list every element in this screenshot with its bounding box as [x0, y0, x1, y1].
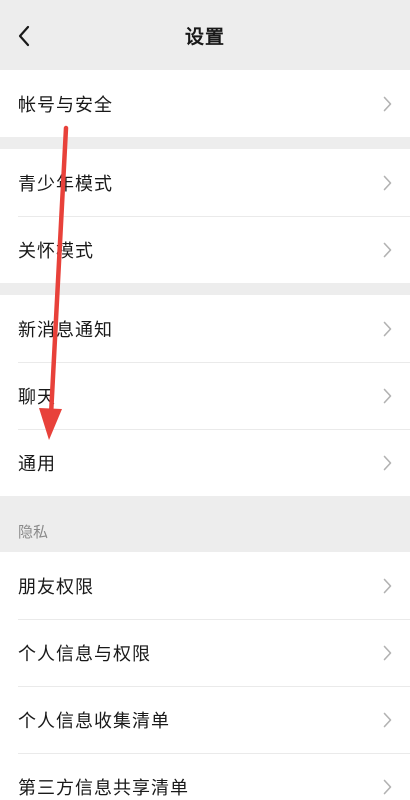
chevron-right-icon [382, 95, 392, 113]
chevron-right-icon [382, 454, 392, 472]
row-new-message-notification[interactable]: 新消息通知 [0, 295, 410, 362]
group-privacy: 朋友权限 个人信息与权限 个人信息收集清单 第三方信息共享清单 [0, 552, 410, 800]
nav-bar: 设置 [0, 0, 410, 70]
row-label: 青少年模式 [18, 173, 113, 195]
row-personal-info-collection-list[interactable]: 个人信息收集清单 [0, 686, 410, 753]
row-label: 朋友权限 [18, 576, 94, 598]
back-button[interactable] [10, 22, 38, 50]
row-teen-mode[interactable]: 青少年模式 [0, 149, 410, 216]
chevron-right-icon [382, 320, 392, 338]
row-label: 第三方信息共享清单 [18, 777, 189, 799]
row-care-mode[interactable]: 关怀模式 [0, 216, 410, 283]
row-chat[interactable]: 聊天 [0, 362, 410, 429]
chevron-right-icon [382, 778, 392, 796]
chevron-right-icon [382, 577, 392, 595]
row-personal-info-permissions[interactable]: 个人信息与权限 [0, 619, 410, 686]
row-account-security[interactable]: 帐号与安全 [0, 70, 410, 137]
row-third-party-sharing-list[interactable]: 第三方信息共享清单 [0, 753, 410, 800]
row-label: 个人信息与权限 [18, 643, 151, 665]
group-modes: 青少年模式 关怀模式 [0, 149, 410, 283]
chevron-right-icon [382, 174, 392, 192]
chevron-right-icon [382, 241, 392, 259]
group-account: 帐号与安全 [0, 70, 410, 137]
row-friend-permissions[interactable]: 朋友权限 [0, 552, 410, 619]
row-label: 个人信息收集清单 [18, 710, 170, 732]
settings-page: 设置 帐号与安全 青少年模式 关怀模式 新消息通知 聊天 通用 隐私 朋友权限 … [0, 0, 410, 800]
chevron-right-icon [382, 387, 392, 405]
row-general[interactable]: 通用 [0, 429, 410, 496]
row-label: 通用 [18, 453, 56, 475]
chevron-left-icon [18, 25, 30, 47]
row-label: 关怀模式 [18, 240, 94, 262]
section-header-privacy: 隐私 [18, 523, 49, 541]
row-label: 新消息通知 [18, 319, 113, 341]
row-label: 帐号与安全 [18, 94, 113, 116]
group-gap [0, 283, 410, 295]
row-label: 聊天 [18, 386, 56, 408]
group-general: 新消息通知 聊天 通用 [0, 295, 410, 496]
group-gap [0, 137, 410, 149]
chevron-right-icon [382, 644, 392, 662]
page-title: 设置 [184, 25, 225, 48]
chevron-right-icon [382, 711, 392, 729]
